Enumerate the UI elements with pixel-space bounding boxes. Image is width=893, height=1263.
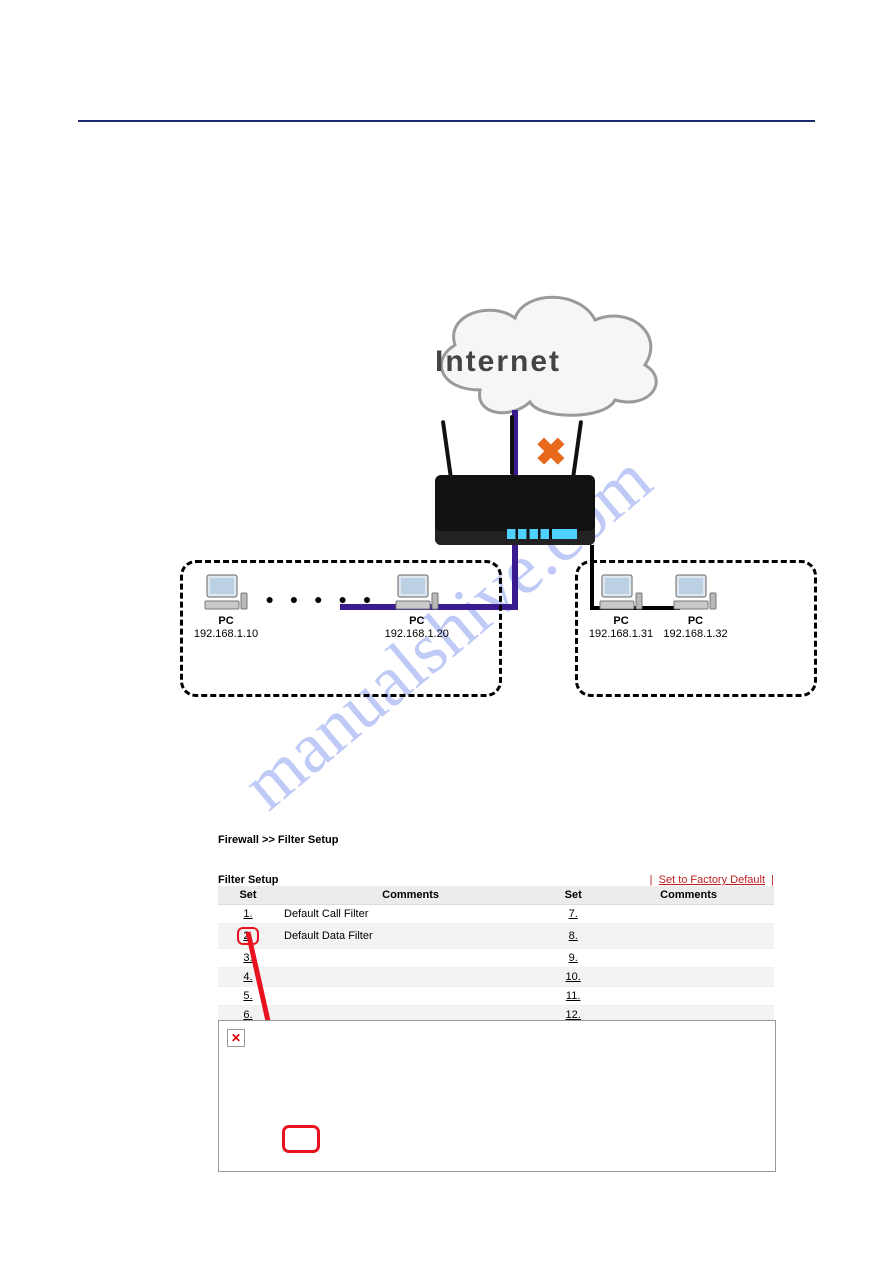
comment-cell [278, 949, 543, 968]
pc-ip: 192.168.1.31 [589, 628, 653, 640]
antenna-icon [510, 415, 514, 475]
pc-label: PC [409, 615, 424, 627]
table-row: 2. Default Data Filter 8. [218, 924, 774, 949]
set-link[interactable]: 3. [243, 952, 252, 964]
comment-cell [603, 924, 774, 949]
set-link[interactable]: 9. [569, 952, 578, 964]
comment-cell [603, 968, 774, 987]
link-router-left [512, 545, 518, 610]
set-link[interactable]: 11. [566, 990, 580, 1002]
comment-cell [603, 905, 774, 924]
internet-label: Internet [435, 345, 561, 379]
set-link[interactable]: 5. [243, 990, 252, 1002]
network-diagram: Internet ✖ PC 192.168.1.10 ● ● ● ● ● PC … [180, 280, 820, 700]
set-link[interactable]: 10. [566, 971, 581, 983]
filter-setup-title: Filter Setup [218, 874, 279, 886]
comment-cell: Default Data Filter [278, 924, 543, 949]
allowed-pc-group: PC 192.168.1.10 ● ● ● ● ● PC 192.168.1.2… [180, 560, 502, 697]
blocked-pc-group: PC 192.168.1.31 PC 192.168.1.32 [575, 560, 817, 697]
pc-icon: PC 192.168.1.10 [191, 573, 261, 641]
pc-label: PC [613, 615, 628, 627]
pc-label: PC [688, 615, 703, 627]
pc-ip: 192.168.1.20 [385, 628, 449, 640]
broken-image-icon: ✕ [227, 1029, 245, 1047]
pc-label: PC [218, 615, 233, 627]
comment-cell: Default Call Filter [278, 905, 543, 924]
filter-setup-section: Firewall >> Filter Setup Filter Setup | … [218, 834, 774, 1025]
pc-icon: PC 192.168.1.20 [382, 573, 452, 641]
comment-cell [278, 987, 543, 1006]
filter-table: Set Comments Set Comments 1. Default Cal… [218, 886, 774, 1025]
set-link[interactable]: 1. [243, 908, 252, 920]
pc-ip: 192.168.1.32 [663, 628, 727, 640]
table-row: 1. Default Call Filter 7. [218, 905, 774, 924]
router-icon [435, 475, 595, 545]
set-link[interactable]: 4. [243, 971, 252, 983]
col-comments: Comments [278, 886, 543, 905]
comment-cell [603, 987, 774, 1006]
pc-icon: PC 192.168.1.31 [586, 573, 656, 641]
col-set: Set [218, 886, 278, 905]
table-row: 3. 9. [218, 949, 774, 968]
col-set: Set [543, 886, 603, 905]
callout-target-icon [282, 1125, 320, 1153]
set-link[interactable]: 8. [569, 930, 578, 942]
factory-default-link[interactable]: | Set to Factory Default | [650, 874, 774, 886]
col-comments: Comments [603, 886, 774, 905]
set-link[interactable]: 7. [569, 908, 578, 920]
comment-cell [278, 968, 543, 987]
pc-icon: PC 192.168.1.32 [660, 573, 730, 641]
comment-cell [603, 949, 774, 968]
table-row: 5. 11. [218, 987, 774, 1006]
table-row: 4. 10. [218, 968, 774, 987]
header-rule [78, 120, 815, 122]
ellipsis-icon: ● ● ● ● ● [265, 591, 377, 607]
pc-ip: 192.168.1.10 [194, 628, 258, 640]
breadcrumb: Firewall >> Filter Setup [218, 834, 774, 846]
blocked-x-icon: ✖ [535, 430, 567, 475]
set-link[interactable]: 2. [243, 930, 252, 942]
